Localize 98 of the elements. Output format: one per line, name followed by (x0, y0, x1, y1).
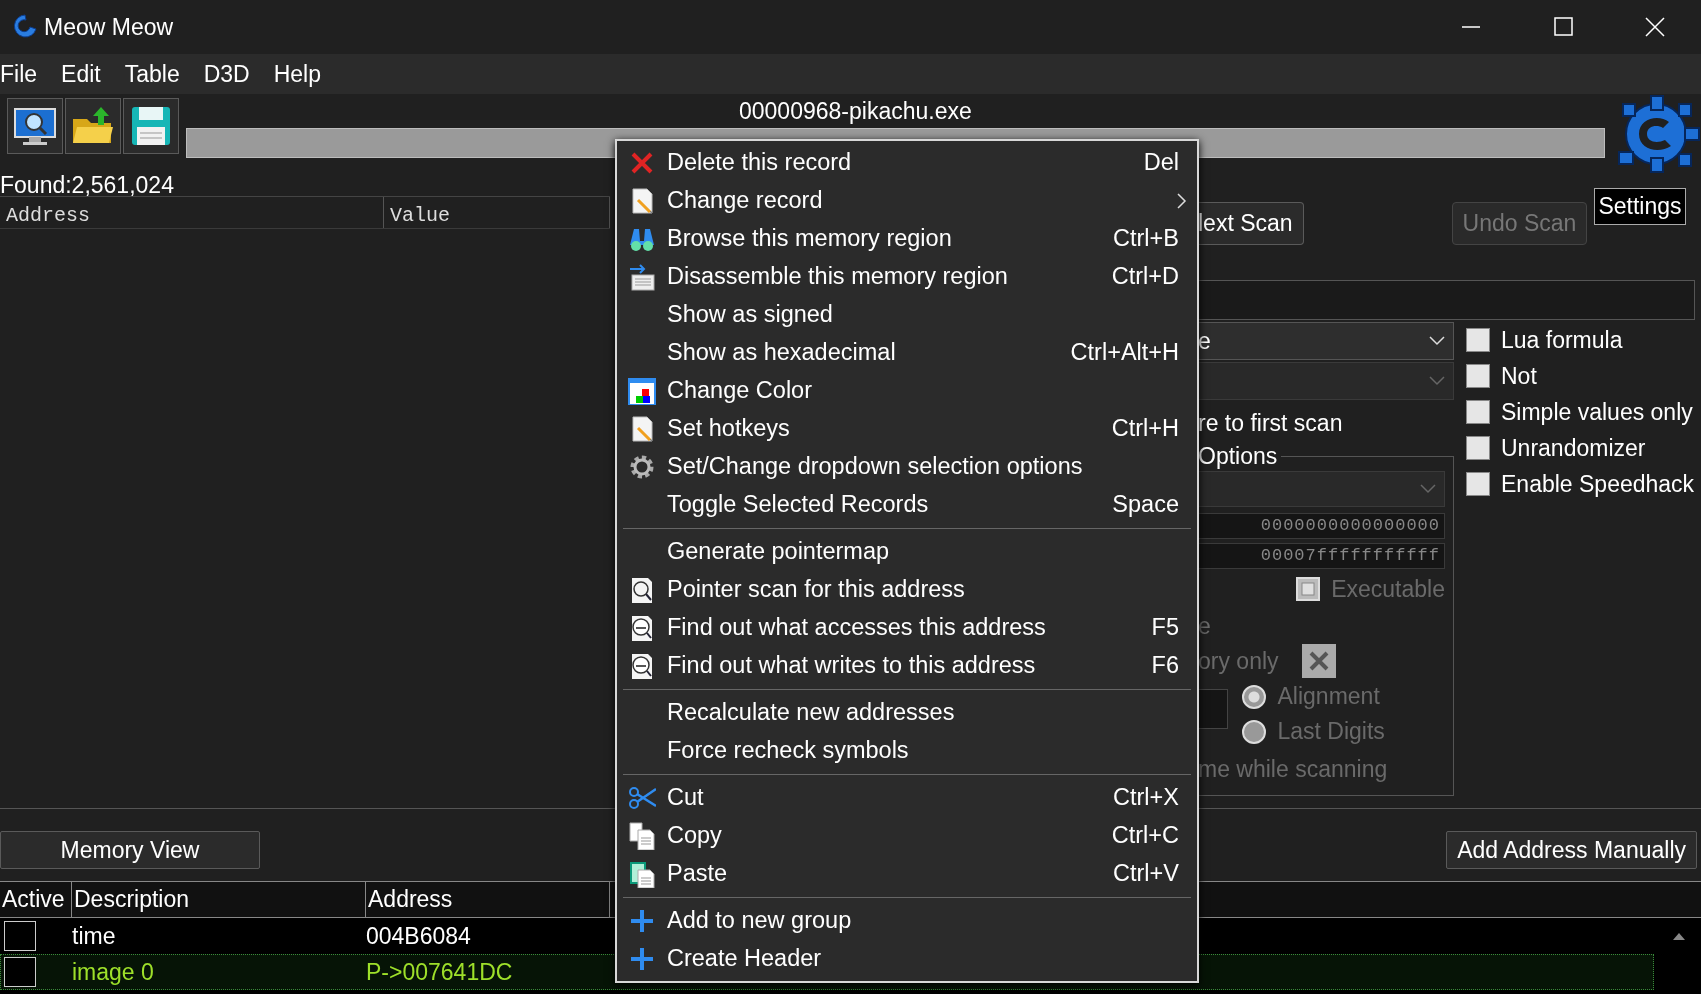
shortcut-text: Ctrl+V (1113, 859, 1179, 889)
column-header[interactable]: Address (0, 197, 384, 228)
radio-label: Last Digits (1277, 717, 1385, 747)
menu-item[interactable]: Toggle Selected Records Space (617, 486, 1197, 524)
table-cell-text: image 0 (72, 957, 155, 987)
document-arrow-icon (628, 263, 656, 291)
chevron-down-icon (1420, 484, 1436, 494)
copy-icon (628, 822, 656, 850)
checkbox-label: Unrandomizer (1501, 433, 1646, 463)
plus-icon (628, 945, 656, 973)
chevron-down-icon (1429, 336, 1445, 346)
menu-item[interactable]: Table (112, 54, 192, 94)
monitor-magnifier-icon (12, 105, 57, 147)
menu-item[interactable]: Recalculate new addresses (617, 694, 1197, 732)
menu-item[interactable]: Add to new group (617, 902, 1197, 940)
menu-item[interactable]: Edit (49, 54, 113, 94)
shortcut-text: Ctrl+B (1113, 224, 1179, 254)
indeterminate-mark-icon (1298, 580, 1317, 598)
menu-item[interactable]: Force recheck symbols (617, 732, 1197, 770)
menu-item[interactable]: File (0, 54, 50, 94)
menu-item[interactable]: Copy Ctrl+C (617, 817, 1197, 855)
gear-icon (628, 453, 656, 481)
checkbox[interactable] (1465, 472, 1490, 496)
plus-icon (628, 907, 656, 935)
process-button[interactable] (6, 98, 63, 154)
checkbox[interactable] (1301, 644, 1336, 678)
menu-item[interactable]: Set hotkeys Ctrl+H (617, 410, 1197, 448)
menu-item[interactable]: Show as signed (617, 296, 1197, 334)
settings-button[interactable]: Settings (1594, 188, 1686, 225)
menu-item[interactable]: Help (261, 54, 333, 94)
start-address-field[interactable]: 0000000000000000 (1198, 513, 1445, 539)
table-cell-text: time (72, 921, 117, 951)
checkbox[interactable] (1465, 400, 1490, 424)
color-swatch-icon (628, 377, 656, 405)
shortcut-text: F5 (1151, 613, 1179, 643)
app-logo-icon (12, 13, 38, 41)
stop-address-field[interactable]: 00007fffffffffff (1198, 543, 1445, 569)
checkbox-label: Simple values only (1501, 397, 1693, 427)
column-header[interactable]: Active (0, 882, 72, 917)
checkbox[interactable] (4, 921, 36, 951)
menu-item[interactable]: Find out what writes to this address F6 (617, 647, 1197, 685)
value-input-field[interactable] (1198, 280, 1695, 320)
menu-item[interactable]: Find out what accesses this address F5 (617, 609, 1197, 647)
menu-item[interactable]: Set/Change dropdown selection options (617, 448, 1197, 486)
option-label: ory only (1198, 646, 1279, 676)
column-header[interactable]: Value (384, 197, 610, 228)
menu-item[interactable]: D3D (191, 54, 262, 94)
menu-item[interactable]: Create Header (617, 940, 1197, 978)
paste-icon (628, 860, 656, 888)
checkbox-label: Enable Speedhack (1501, 469, 1695, 499)
checkbox[interactable] (1465, 328, 1490, 352)
checkbox-label: Lua formula (1501, 325, 1623, 355)
window-title: Meow Meow (44, 12, 174, 42)
checkbox[interactable] (1465, 364, 1490, 388)
chevron-down-icon (1429, 376, 1445, 386)
menu-item[interactable]: Cut Ctrl+X (617, 779, 1197, 817)
table-cell-text: 004B6084 (366, 921, 471, 951)
checkbox-label: Not (1501, 361, 1537, 391)
memory-view-button[interactable]: Memory View (0, 830, 260, 870)
menu-item[interactable]: Generate pointermap (617, 533, 1197, 571)
checkbox[interactable] (4, 957, 36, 987)
checkbox-label: Executable (1331, 574, 1445, 604)
option-label: e (1198, 612, 1212, 641)
shortcut-text: Ctrl+D (1111, 262, 1179, 292)
shortcut-text: Space (1112, 490, 1179, 520)
scissors-icon (628, 784, 656, 812)
alignment-input-field[interactable] (1198, 689, 1228, 729)
radio-label: Alignment (1277, 682, 1380, 712)
found-count: Found:2,561,024 (0, 174, 175, 196)
table-cell-text: P->007641DC (366, 957, 513, 987)
radio-button[interactable] (1242, 684, 1266, 709)
shortcut-text: Ctrl+C (1111, 821, 1179, 851)
column-header[interactable]: Description (72, 882, 366, 917)
shortcut-text: Ctrl+Alt+H (1070, 338, 1179, 368)
value-type-dropdown[interactable]: e (1198, 322, 1454, 360)
menu-item[interactable]: Pointer scan for this address (617, 571, 1197, 609)
menu-item[interactable]: Paste Ctrl+V (617, 855, 1197, 893)
next-scan-button[interactable]: lext Scan (1198, 202, 1304, 245)
shortcut-text: Ctrl+X (1113, 783, 1179, 813)
add-address-button[interactable]: Add Address Manually (1446, 830, 1697, 870)
checkbox[interactable] (1465, 436, 1490, 460)
shortcut-text: F6 (1151, 651, 1179, 681)
shortcut-text: Ctrl+H (1111, 414, 1179, 444)
menu-item[interactable]: Browse this memory region Ctrl+B (617, 220, 1197, 258)
save-button[interactable] (122, 98, 179, 154)
radio-button[interactable] (1242, 719, 1266, 744)
menu-item[interactable]: Change Color (617, 372, 1197, 410)
menu-item[interactable]: Show as hexadecimal Ctrl+Alt+H (617, 334, 1197, 372)
cross-mark-icon (1307, 650, 1330, 672)
menu-item[interactable]: Delete this record Del (617, 144, 1197, 182)
open-button[interactable] (64, 98, 121, 154)
menu-item[interactable]: Disassemble this memory region Ctrl+D (617, 258, 1197, 296)
option-label: me while scanning (1198, 755, 1389, 784)
shortcut-text: Del (1143, 148, 1179, 178)
compare-label: re to first scan (1198, 409, 1344, 438)
column-header[interactable]: Address (366, 882, 610, 917)
process-name: 00000968-pikachu.exe (738, 97, 973, 126)
menu-item[interactable]: Change record (617, 182, 1197, 220)
